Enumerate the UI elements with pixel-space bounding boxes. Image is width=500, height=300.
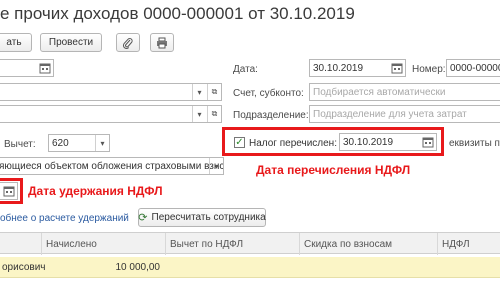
transfer-date-note: Дата перечисления НДФЛ bbox=[256, 163, 411, 177]
post-button[interactable]: Провести bbox=[40, 33, 102, 52]
number-field[interactable]: 0000-000001 bbox=[446, 59, 500, 77]
attach-button[interactable] bbox=[116, 33, 140, 52]
open-icon[interactable]: ⧉ bbox=[207, 84, 221, 100]
open-icon[interactable]: ⧉ bbox=[207, 106, 221, 122]
calendar-icon[interactable] bbox=[391, 62, 403, 74]
withholding-date-note: Дата удержания НДФЛ bbox=[28, 184, 163, 198]
left-date-field[interactable] bbox=[0, 59, 54, 77]
tax-transfer-label: Налог перечислен: bbox=[249, 138, 337, 149]
calendar-icon[interactable] bbox=[422, 136, 434, 148]
date-field[interactable]: 30.10.2019 bbox=[309, 59, 406, 77]
column-header-employee[interactable] bbox=[0, 233, 42, 255]
recalculate-button[interactable]: ⟳ Пересчитать сотрудника bbox=[138, 208, 266, 227]
organization-select[interactable]: ▾ ⧉ bbox=[0, 83, 222, 101]
printer-icon bbox=[157, 37, 167, 48]
column-header-ndfl[interactable]: НДФЛ bbox=[438, 233, 500, 255]
recalculate-icon: ⟳ bbox=[138, 212, 148, 224]
save-button[interactable]: ать bbox=[0, 33, 32, 52]
account-label: Счет, субконто: bbox=[233, 88, 304, 99]
account-placeholder: Подбирается автоматически bbox=[313, 86, 446, 98]
details-link[interactable]: обнее о расчете удержаний bbox=[0, 213, 129, 224]
number-label: Номер: bbox=[412, 64, 446, 75]
bank-details-label: еквизиты пл bbox=[449, 138, 500, 149]
cell-employee: орисович bbox=[2, 262, 46, 273]
chevron-down-icon[interactable]: ▾ bbox=[95, 135, 109, 151]
date-label: Дата: bbox=[233, 64, 258, 75]
table-header: Начислено Вычет по НДФЛ Скидка по взноса… bbox=[0, 232, 500, 255]
column-header-discount[interactable]: Скидка по взносам bbox=[300, 233, 438, 255]
calendar-icon[interactable] bbox=[3, 185, 15, 197]
date-value: 30.10.2019 bbox=[313, 62, 364, 74]
deduction-field[interactable]: 620 ▾ bbox=[48, 134, 110, 152]
column-header-deduction[interactable]: Вычет по НДФЛ bbox=[166, 233, 300, 255]
withholding-date-field[interactable] bbox=[0, 182, 18, 200]
print-button[interactable] bbox=[150, 33, 174, 52]
column-header-accrued[interactable]: Начислено bbox=[42, 233, 166, 255]
division-field[interactable]: Подразделение для учета затрат bbox=[309, 105, 500, 123]
account-field[interactable]: Подбирается автоматически bbox=[309, 83, 500, 101]
chevron-down-icon[interactable]: ▾ bbox=[209, 158, 223, 174]
paperclip-icon bbox=[122, 37, 133, 49]
tax-transfer-checkbox[interactable]: ✓ bbox=[234, 137, 245, 148]
tax-transfer-date-value: 30.10.2019 bbox=[343, 136, 394, 148]
chevron-down-icon[interactable]: ▾ bbox=[192, 106, 206, 122]
insurance-select[interactable]: яющиеся объектом обложения страховыми вз… bbox=[0, 157, 224, 175]
number-value: 0000-000001 bbox=[450, 62, 500, 74]
calendar-icon bbox=[39, 63, 51, 74]
recalculate-label: Пересчитать сотрудника bbox=[151, 212, 266, 223]
employee-select[interactable]: ▾ ⧉ bbox=[0, 105, 222, 123]
deduction-value: 620 bbox=[52, 137, 69, 149]
tax-transfer-date-field[interactable]: 30.10.2019 bbox=[339, 133, 437, 151]
division-label: Подразделение: bbox=[233, 110, 309, 121]
table-row[interactable]: орисович 10 000,00 bbox=[0, 257, 500, 278]
document-title: е прочих доходов 0000-000001 от 30.10.20… bbox=[0, 4, 355, 23]
insurance-value: яющиеся объектом обложения страховыми вз… bbox=[0, 160, 223, 172]
cell-accrued: 10 000,00 bbox=[115, 262, 161, 273]
chevron-down-icon[interactable]: ▾ bbox=[192, 84, 206, 100]
deduction-label: Вычет: bbox=[4, 139, 36, 150]
division-placeholder: Подразделение для учета затрат bbox=[313, 108, 467, 120]
